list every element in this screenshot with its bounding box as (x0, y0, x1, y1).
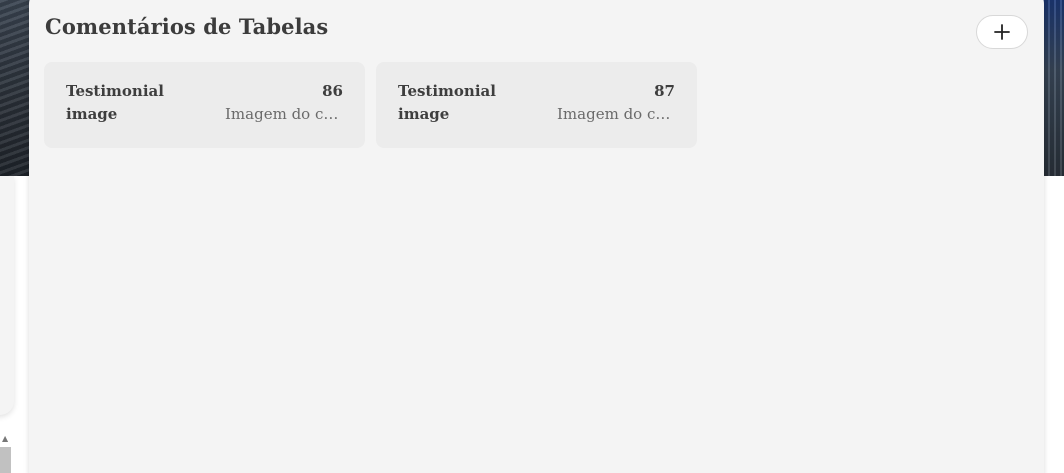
card-description: Imagem do cliente (557, 105, 675, 123)
comment-card-list: Testimonial image 86 Imagem do cliente T… (44, 62, 697, 148)
app-screen: ▲ Comentários de Tabelas Testimonial ima… (0, 0, 1064, 473)
card-id: 87 (654, 82, 675, 100)
scroll-up-arrow[interactable]: ▲ (2, 434, 8, 443)
plus-icon (994, 24, 1010, 40)
comment-card[interactable]: Testimonial image 87 Imagem do cliente (376, 62, 697, 148)
modal-title: Comentários de Tabelas (45, 14, 329, 39)
background-panel (0, 176, 14, 415)
comment-card[interactable]: Testimonial image 86 Imagem do cliente (44, 62, 365, 148)
card-title: Testimonial image (66, 82, 164, 123)
card-description: Imagem do cliente (225, 105, 343, 123)
scrollbar-thumb[interactable] (0, 447, 11, 473)
add-comment-button[interactable] (976, 15, 1028, 49)
card-id: 86 (322, 82, 343, 100)
card-title: Testimonial image (398, 82, 496, 123)
table-comments-modal: Comentários de Tabelas Testimonial image… (29, 0, 1044, 473)
